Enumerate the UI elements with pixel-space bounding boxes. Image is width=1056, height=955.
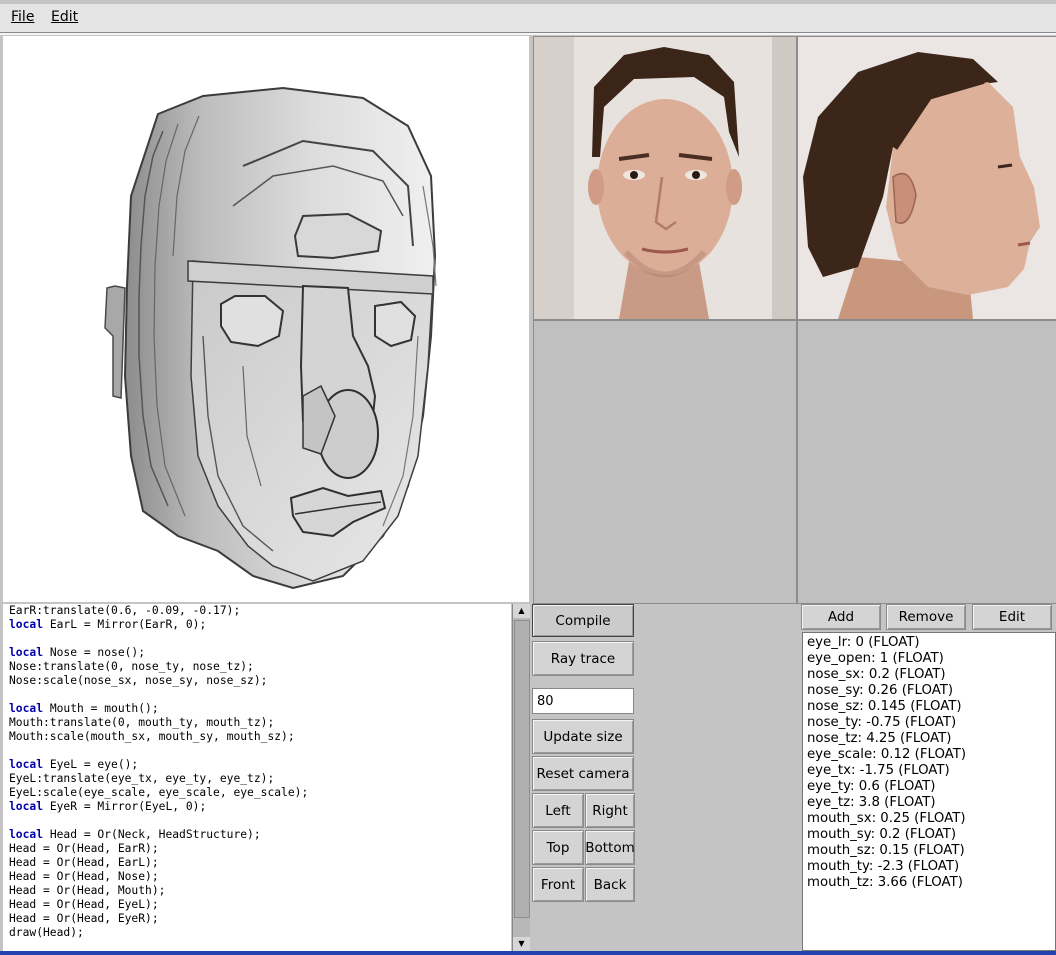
code-line: Nose:scale(nose_sx, nose_sy, nose_sz);: [9, 674, 268, 687]
parameter-list-item[interactable]: mouth_tz: 3.66 (FLOAT): [803, 875, 1055, 891]
code-line: Mouth:translate(0, mouth_ty, mouth_tz);: [9, 716, 275, 729]
parameter-list-item[interactable]: nose_sy: 0.26 (FLOAT): [803, 683, 1055, 699]
parameter-list-item[interactable]: nose_sz: 0.145 (FLOAT): [803, 699, 1055, 715]
code-line: local EyeL = eye();: [3, 758, 511, 772]
code-line: EyeL:scale(eye_scale, eye_scale, eye_sca…: [9, 786, 309, 799]
code-keyword: local: [9, 702, 44, 715]
3d-viewport[interactable]: [3, 36, 529, 602]
code-line: Head = Or(Head, EarL);: [9, 856, 159, 869]
code-line: EyeL:translate(eye_tx, eye_ty, eye_tz);: [9, 772, 275, 785]
code-keyword: local: [9, 800, 44, 813]
parameter-list-item[interactable]: mouth_sx: 0.25 (FLOAT): [803, 811, 1055, 827]
front-reference-photo: [533, 36, 797, 320]
view-back-button[interactable]: Back: [585, 867, 635, 902]
parameter-list-item[interactable]: mouth_sz: 0.15 (FLOAT): [803, 843, 1055, 859]
scroll-up-arrow-icon[interactable]: ▲: [513, 604, 530, 618]
add-parameter-button[interactable]: Add: [801, 604, 881, 630]
parameter-list-item[interactable]: nose_ty: -0.75 (FLOAT): [803, 715, 1055, 731]
code-line: Head = Or(Head, Mouth);: [9, 884, 166, 897]
code-text: EarL = Mirror(EarR, 0);: [43, 618, 207, 631]
code-line: Head = Or(Head, Nose);: [9, 870, 159, 883]
code-keyword: local: [9, 618, 44, 631]
menu-edit[interactable]: Edit: [51, 9, 78, 25]
ray-trace-button[interactable]: Ray trace: [532, 641, 634, 676]
empty-view-panel-right: [797, 320, 1056, 604]
parameter-list-item[interactable]: eye_tx: -1.75 (FLOAT): [803, 763, 1055, 779]
script-editor[interactable]: EarR:translate(0.6, -0.09, -0.17); local …: [3, 604, 511, 951]
code-line: Mouth:scale(mouth_sx, mouth_sy, mouth_sz…: [9, 730, 295, 743]
application-window: File Edit EarR:translate(0.6, -0.09, -0.…: [0, 0, 1056, 951]
code-line: local Mouth = mouth();: [3, 702, 511, 716]
code-keyword: local: [9, 758, 44, 771]
front-face-image: [534, 37, 796, 319]
parameter-list-item[interactable]: eye_scale: 0.12 (FLOAT): [803, 747, 1055, 763]
code-keyword: local: [9, 646, 44, 659]
code-text: EyeL = eye();: [43, 758, 139, 771]
code-text: EyeR = Mirror(EyeL, 0);: [43, 800, 207, 813]
parameter-list-item[interactable]: eye_ty: 0.6 (FLOAT): [803, 779, 1055, 795]
parameter-list-item[interactable]: eye_open: 1 (FLOAT): [803, 651, 1055, 667]
parameter-list-item[interactable]: nose_tz: 4.25 (FLOAT): [803, 731, 1055, 747]
voxel-head-render: [104, 86, 437, 590]
menu-edit-label: Edit: [51, 9, 79, 25]
parameter-list-item[interactable]: nose_sx: 0.2 (FLOAT): [803, 667, 1055, 683]
menu-separator: [0, 33, 1056, 35]
view-top-button[interactable]: Top: [532, 830, 584, 865]
code-line: Head = Or(Head, EyeR);: [9, 912, 159, 925]
window-frame-bottom: [0, 951, 1056, 955]
code-line: local EarL = Mirror(EarR, 0);: [3, 618, 511, 632]
code-line: Head = Or(Head, EyeL);: [9, 898, 159, 911]
parameter-list[interactable]: eye_lr: 0 (FLOAT) eye_open: 1 (FLOAT) nose…: [802, 632, 1056, 951]
code-line: EarR:translate(0.6, -0.09, -0.17);: [9, 604, 241, 617]
remove-parameter-button[interactable]: Remove: [886, 604, 966, 630]
reset-camera-button[interactable]: Reset camera: [532, 756, 634, 791]
compile-button[interactable]: Compile: [532, 604, 634, 637]
view-left-button[interactable]: Left: [532, 793, 584, 828]
code-line: Nose:translate(0, nose_ty, nose_tz);: [9, 660, 254, 673]
code-line: local Head = Or(Neck, HeadStructure);: [3, 828, 511, 842]
menu-file[interactable]: File: [11, 9, 34, 25]
parameter-list-item[interactable]: mouth_ty: -2.3 (FLOAT): [803, 859, 1055, 875]
code-text: Head = Or(Neck, HeadStructure);: [43, 828, 261, 841]
view-right-button[interactable]: Right: [585, 793, 635, 828]
view-bottom-button[interactable]: Bottom: [585, 830, 635, 865]
scroll-down-arrow-icon[interactable]: ▼: [513, 937, 530, 951]
update-size-button[interactable]: Update size: [532, 719, 634, 754]
side-face-image: [798, 37, 1056, 319]
size-input[interactable]: [532, 688, 634, 714]
code-text: Mouth = mouth();: [43, 702, 159, 715]
menu-file-label: File: [11, 9, 35, 25]
code-text: Nose = nose();: [43, 646, 146, 659]
code-line: Head = Or(Head, EarR);: [9, 842, 159, 855]
parameter-list-item[interactable]: eye_tz: 3.8 (FLOAT): [803, 795, 1055, 811]
script-editor-scrollbar[interactable]: ▲ ▼: [512, 604, 530, 951]
side-reference-photo: [797, 36, 1056, 320]
menu-bar: File Edit: [0, 4, 1056, 33]
code-keyword: local: [9, 828, 44, 841]
code-line: draw(Head);: [9, 926, 84, 939]
scrollbar-thumb[interactable]: [514, 620, 530, 918]
parameter-list-item[interactable]: eye_lr: 0 (FLOAT): [803, 635, 1055, 651]
empty-view-panel-left: [533, 320, 797, 604]
view-front-button[interactable]: Front: [532, 867, 584, 902]
code-line: local EyeR = Mirror(EyeL, 0);: [3, 800, 511, 814]
parameter-list-item[interactable]: mouth_sy: 0.2 (FLOAT): [803, 827, 1055, 843]
code-line: local Nose = nose();: [3, 646, 511, 660]
edit-parameter-button[interactable]: Edit: [972, 604, 1052, 630]
